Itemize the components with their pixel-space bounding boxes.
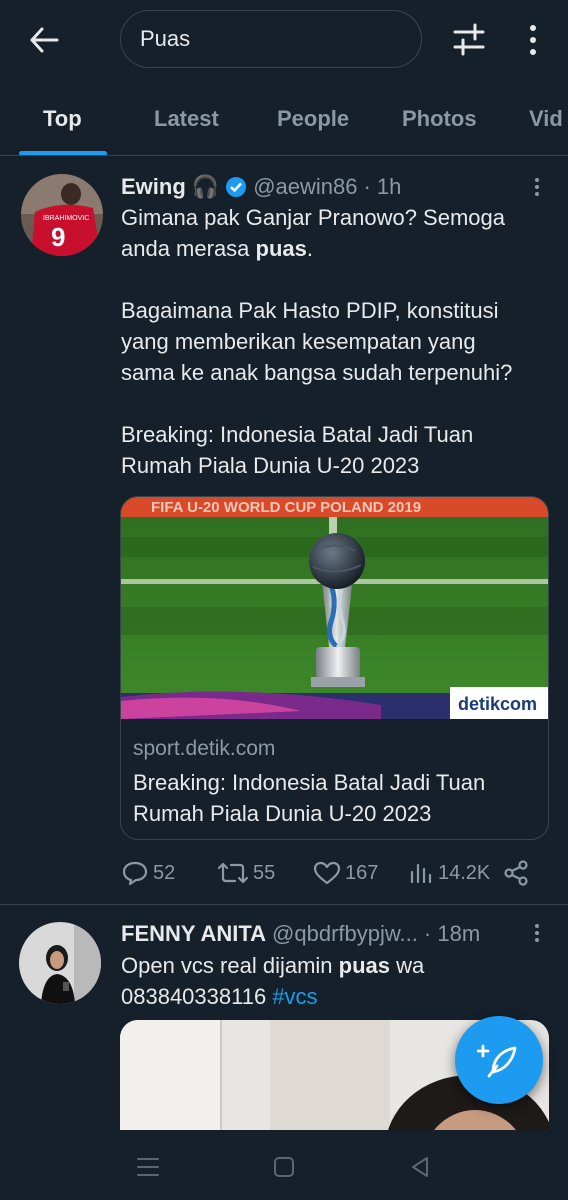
text-segment: Gimana pak Ganjar Pranowo? Semoga — [121, 205, 505, 230]
retweet-icon — [217, 862, 249, 884]
svg-text:IBRAHIMOVIC: IBRAHIMOVIC — [43, 215, 89, 222]
like-button[interactable]: 167 — [313, 856, 378, 890]
home-icon[interactable] — [269, 1152, 299, 1182]
more-options-icon[interactable] — [530, 922, 544, 944]
detik-watermark: detikcom — [458, 694, 537, 714]
heart-icon — [313, 861, 341, 885]
display-name[interactable]: FENNY ANITA — [121, 921, 266, 947]
card-domain: sport.detik.com — [133, 737, 276, 760]
text-segment: wa — [390, 953, 425, 978]
search-input[interactable]: Puas — [120, 10, 422, 68]
text-segment: Bagaimana Pak Hasto PDIP, konstitusi — [121, 298, 499, 323]
text-segment: anda merasa — [121, 236, 256, 261]
search-query: Puas — [140, 26, 191, 51]
views-button[interactable]: 14.2K — [408, 856, 490, 890]
tweet-actions: 52 55 167 14.2K — [0, 856, 568, 890]
user-handle[interactable]: @qbdrfbypjw... — [272, 921, 418, 947]
retweet-button[interactable]: 55 — [217, 856, 275, 890]
text-segment: 083840338116 — [121, 984, 273, 1009]
avatar[interactable]: 9 IBRAHIMOVIC — [21, 174, 103, 256]
tweet-text: Open vcs real dijamin puas wa 08384033811… — [121, 950, 553, 1012]
text-segment: yang memberikan kesempatan yang — [121, 329, 476, 354]
reply-button[interactable]: 52 — [121, 856, 175, 890]
tab-latest[interactable]: Latest — [154, 106, 219, 132]
tweet-text-line — [121, 388, 553, 419]
card-image: FIFA U-20 WORLD CUP POLAND 2019 detikcom — [121, 497, 548, 719]
share-icon[interactable] — [502, 856, 534, 890]
tweet-divider — [0, 904, 568, 905]
tweet-header: Ewing 🎧 @aewin86 · 1h — [121, 174, 401, 200]
tab-top[interactable]: Top — [43, 106, 82, 132]
top-bar: Puas — [0, 0, 568, 80]
highlighted-keyword: puas — [338, 953, 391, 978]
text-segment: Rumah Piala Dunia U-20 2023 — [121, 453, 420, 478]
user-handle[interactable]: @aewin86 — [253, 174, 357, 200]
more-options-icon[interactable] — [530, 176, 544, 198]
tab-people[interactable]: People — [277, 106, 349, 132]
tweet-text-line: Gimana pak Ganjar Pranowo? Semoga — [121, 202, 553, 233]
tweet-text-line: yang memberikan kesempatan yang — [121, 326, 553, 357]
retweet-count: 55 — [253, 861, 276, 884]
tweet-text-line: Breaking: Indonesia Batal Jadi Tuan — [121, 419, 553, 450]
vertical-dots-icon[interactable] — [518, 20, 548, 60]
tweet-text-line: Open vcs real dijamin puas wa — [121, 950, 553, 981]
tab-photos[interactable]: Photos — [402, 106, 477, 132]
back-arrow-icon[interactable] — [26, 22, 62, 58]
tweet-text-line: Bagaimana Pak Hasto PDIP, konstitusi — [121, 295, 553, 326]
text-segment: Breaking: Indonesia Batal Jadi Tuan — [121, 422, 474, 447]
hashtag-link[interactable]: #vcs — [272, 984, 317, 1009]
active-tab-indicator — [19, 151, 107, 155]
link-card[interactable]: FIFA U-20 WORLD CUP POLAND 2019 detikcom… — [120, 496, 549, 840]
highlighted-keyword: puas — [255, 236, 307, 261]
text-segment: . — [306, 236, 314, 261]
banner-text: FIFA U-20 WORLD CUP POLAND 2019 — [151, 499, 421, 516]
tab-videos[interactable]: Vid — [529, 106, 563, 132]
tweet-text-line: 083840338116 #vcs — [121, 981, 553, 1012]
tweet-text-line: anda merasa puas. — [121, 233, 553, 264]
reply-icon — [122, 861, 148, 886]
bar-chart-icon — [410, 863, 432, 884]
card-title: Breaking: Indonesia Batal Jadi Tuan Ruma… — [133, 770, 486, 826]
search-tabs: Top Latest People Photos Vid — [0, 90, 568, 156]
headphones-icon: 🎧 — [191, 174, 220, 199]
tweet-text-line: sama ke anak bangsa sudah terpenuhi? — [121, 357, 553, 388]
compose-feather-icon — [477, 1044, 517, 1078]
tweet-header: FENNY ANITA @qbdrfbypjw... · 18m — [121, 921, 480, 947]
text-segment: sama ke anak bangsa sudah terpenuhi? — [121, 360, 513, 385]
recent-apps-icon[interactable] — [133, 1152, 163, 1182]
tweet-time: · 18m — [423, 921, 481, 946]
tweet-text-line — [121, 264, 553, 295]
verified-badge-icon — [225, 176, 247, 198]
view-count: 14.2K — [438, 861, 491, 884]
svg-text:9: 9 — [51, 222, 65, 252]
back-nav-icon[interactable] — [405, 1152, 435, 1182]
tweet-time: · 1h — [363, 174, 402, 199]
display-name[interactable]: Ewing — [121, 174, 186, 200]
text-segment: Open vcs real dijamin — [121, 953, 339, 978]
avatar[interactable] — [19, 922, 101, 1004]
tweet-text: Gimana pak Ganjar Pranowo? Semoga anda me… — [121, 202, 553, 481]
sliders-icon[interactable] — [449, 20, 489, 60]
reply-count: 52 — [153, 861, 176, 884]
compose-tweet-button[interactable] — [455, 1016, 543, 1104]
tweet-text-line: Rumah Piala Dunia U-20 2023 — [121, 450, 553, 481]
like-count: 167 — [345, 861, 379, 884]
system-nav-bar — [0, 1130, 568, 1200]
